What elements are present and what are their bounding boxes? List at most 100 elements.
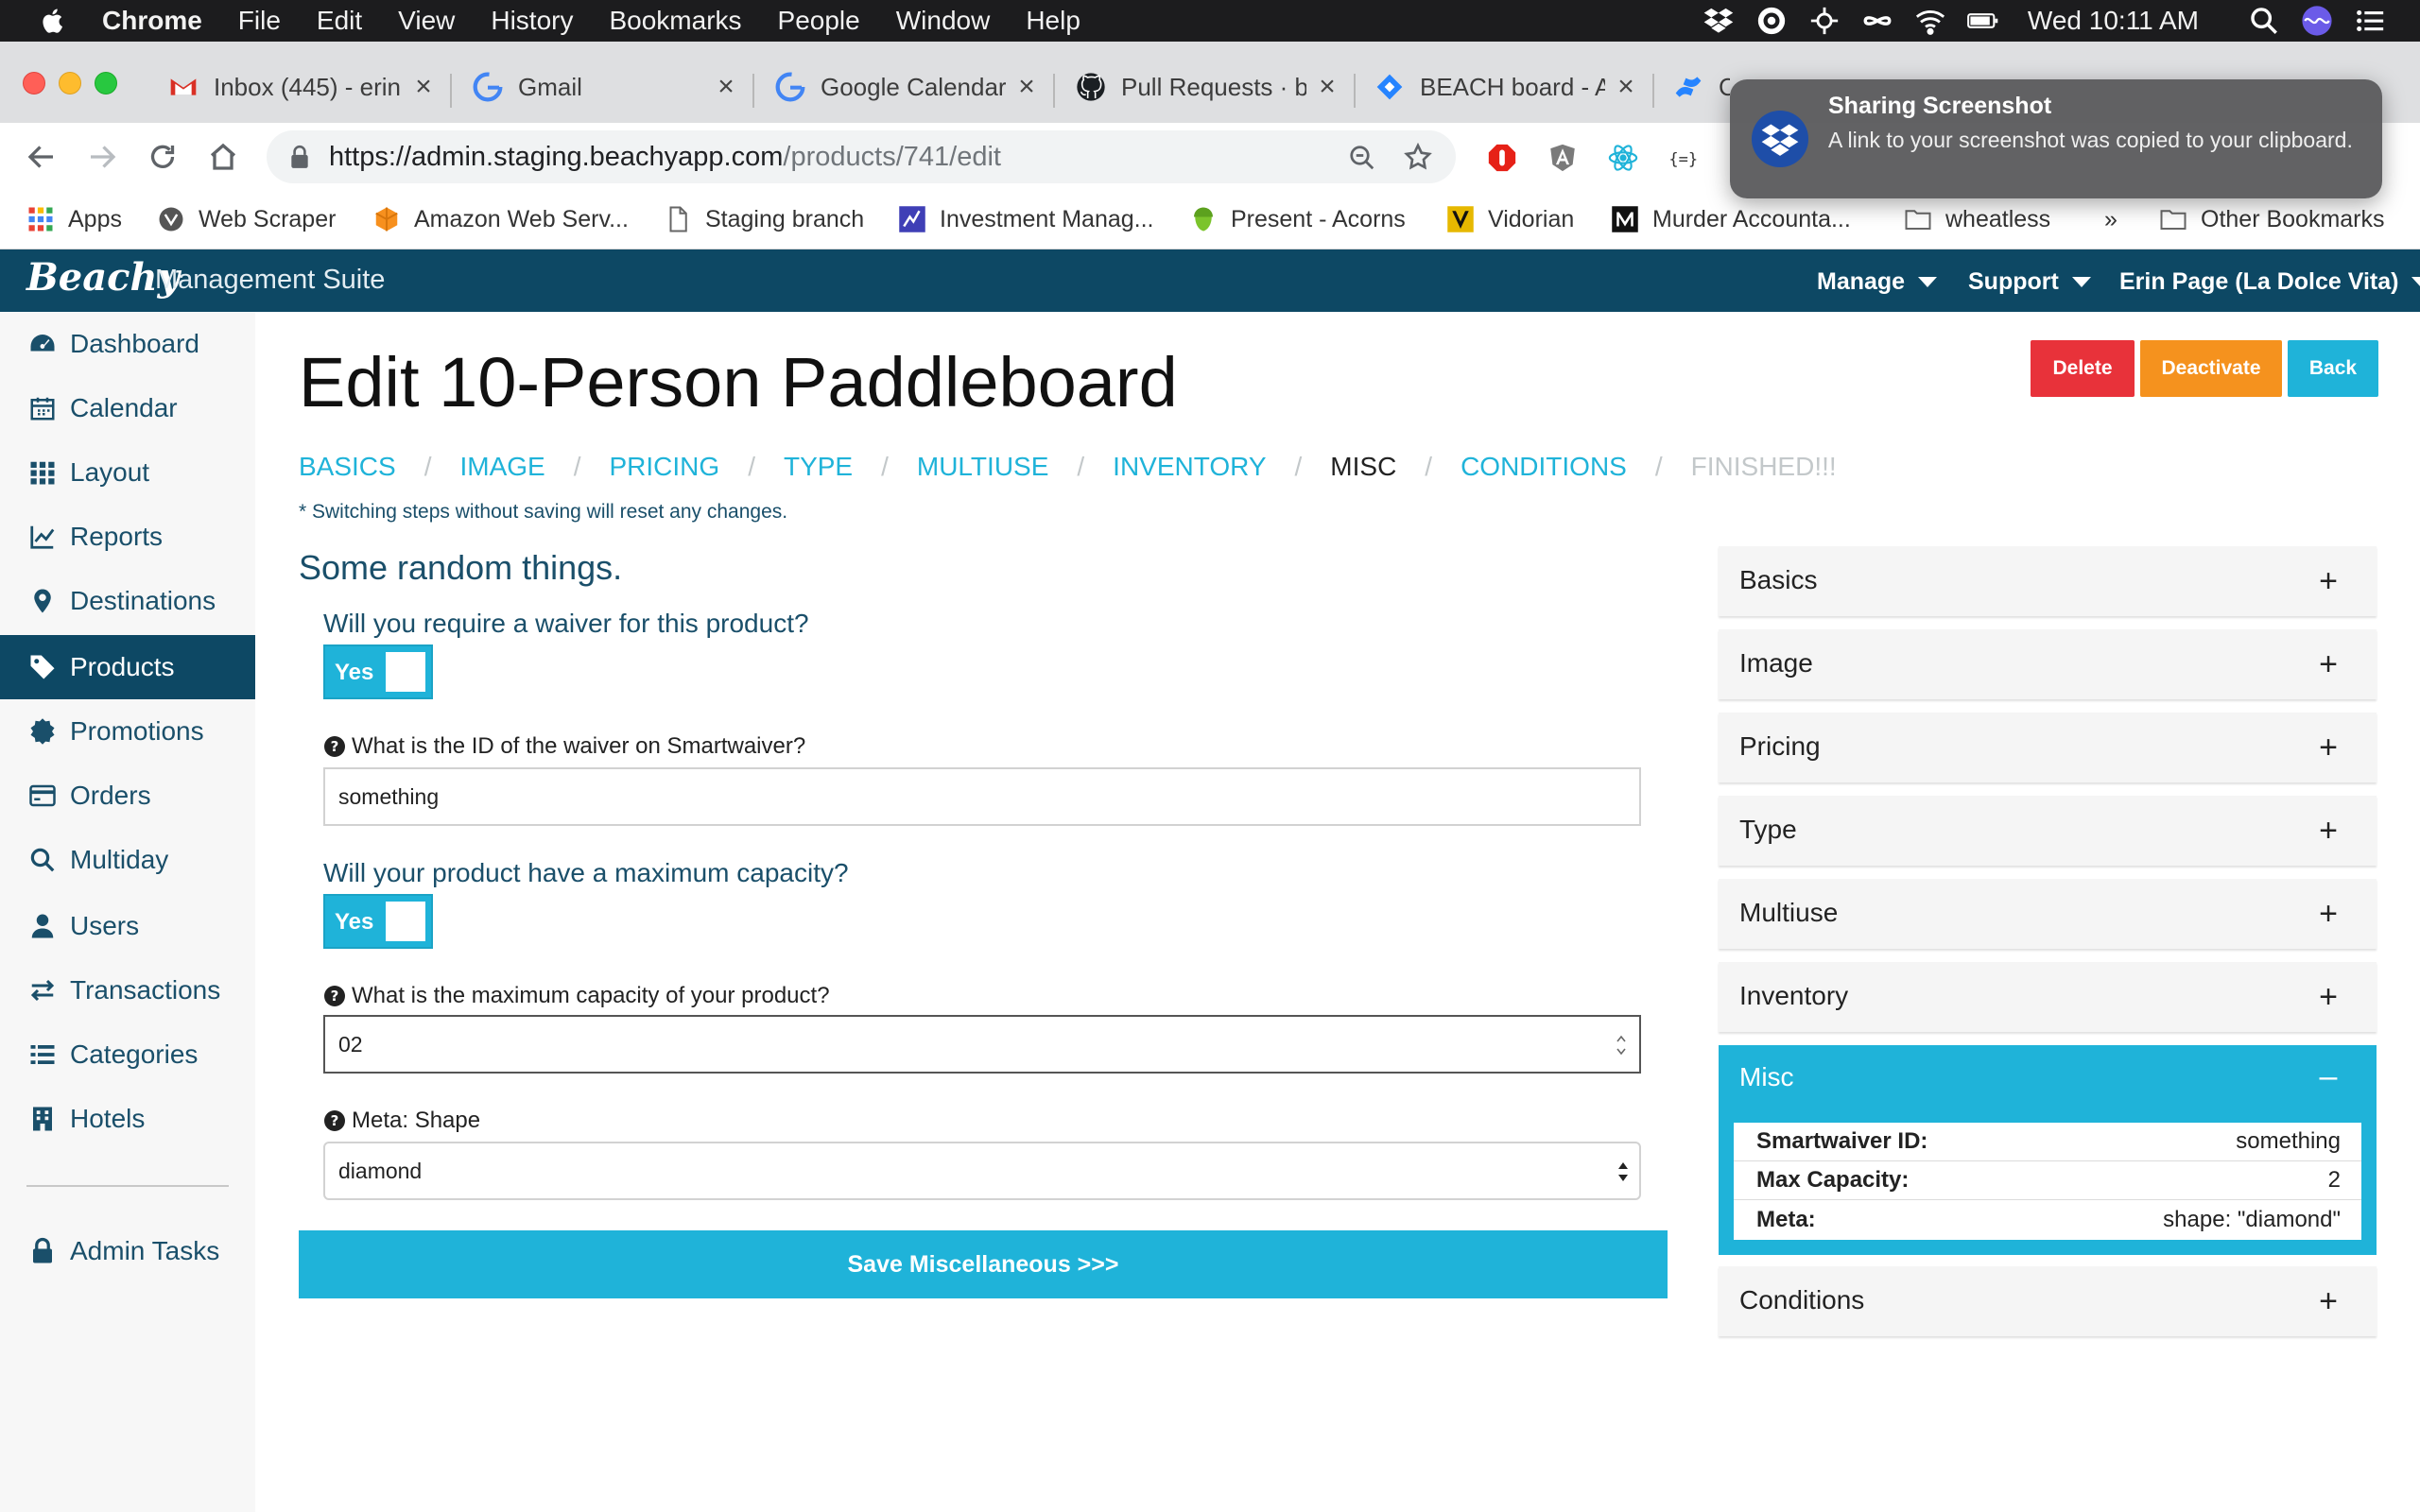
accordion-image[interactable]: Image +: [1719, 629, 2377, 699]
browser-tab[interactable]: Inbox (445) - erin ×: [168, 68, 435, 106]
bookmark-folder[interactable]: wheatless: [1904, 202, 2050, 236]
user-menu[interactable]: Erin Page (La Dolce Vita): [2119, 268, 2420, 296]
capacity-toggle[interactable]: Yes: [323, 894, 433, 949]
meta-shape-select[interactable]: diamond: [323, 1142, 1641, 1200]
window-close-button[interactable]: [23, 72, 45, 94]
question-circle-icon[interactable]: ?: [323, 735, 346, 758]
expand-plus-icon[interactable]: +: [2314, 896, 2342, 933]
bookmark-item[interactable]: Investment Manag...: [898, 202, 1154, 236]
browser-tab[interactable]: Gmail ×: [473, 68, 737, 106]
waiver-toggle[interactable]: Yes: [323, 644, 433, 699]
expand-plus-icon[interactable]: +: [2314, 730, 2342, 766]
save-misc-button[interactable]: Save Miscellaneous >>>: [299, 1230, 1668, 1298]
menu-edit[interactable]: Edit: [317, 6, 362, 36]
infinity-icon[interactable]: [1861, 5, 1893, 37]
delete-button[interactable]: Delete: [2031, 340, 2135, 397]
sidebar-item-categories[interactable]: Categories: [0, 1022, 255, 1087]
drone-icon[interactable]: [1808, 5, 1841, 37]
json-viewer-icon[interactable]: {=}: [1668, 142, 1700, 174]
sidebar-item-promotions[interactable]: Promotions: [0, 699, 255, 764]
menu-view[interactable]: View: [398, 6, 455, 36]
siri-icon[interactable]: [2301, 5, 2333, 37]
tab-close-button[interactable]: ×: [412, 71, 435, 103]
expand-plus-icon[interactable]: +: [2314, 1283, 2342, 1320]
accordion-multiuse[interactable]: Multiuse +: [1719, 879, 2377, 949]
expand-plus-icon[interactable]: +: [2314, 563, 2342, 600]
sidebar-item-products[interactable]: Products: [0, 635, 255, 699]
bookmark-folder[interactable]: Other Bookmarks: [2159, 202, 2385, 236]
browser-tab[interactable]: BEACH board - A ×: [1374, 68, 1637, 106]
bookmark-item[interactable]: Web Scraper: [157, 202, 336, 236]
menubar-clock[interactable]: Wed 10:11 AM: [2028, 6, 2199, 36]
bookmark-item[interactable]: Staging branch: [664, 202, 864, 236]
step-multiuse[interactable]: MULTIUSE: [917, 452, 1049, 482]
expand-plus-icon[interactable]: +: [2314, 979, 2342, 1016]
tab-close-button[interactable]: ×: [1015, 71, 1038, 103]
control-center-icon[interactable]: [2354, 5, 2386, 37]
number-spinner-icon[interactable]: [1615, 1031, 1628, 1059]
sidebar-item-dashboard[interactable]: Dashboard: [0, 312, 255, 376]
manage-menu[interactable]: Manage: [1817, 268, 1938, 296]
step-conditions[interactable]: CONDITIONS: [1461, 452, 1627, 482]
gauge-icon[interactable]: [1755, 5, 1788, 37]
sidebar-item-admin-tasks[interactable]: Admin Tasks: [0, 1219, 255, 1283]
tab-close-button[interactable]: ×: [715, 71, 737, 103]
step-type[interactable]: TYPE: [784, 452, 853, 482]
sidebar-item-transactions[interactable]: Transactions: [0, 958, 255, 1022]
browser-tab[interactable]: Pull Requests · b ×: [1076, 68, 1339, 106]
zoom-out-icon[interactable]: [1348, 144, 1376, 172]
accordion-conditions[interactable]: Conditions +: [1719, 1266, 2377, 1336]
question-circle-icon[interactable]: ?: [323, 1109, 346, 1132]
reload-icon[interactable]: [146, 140, 180, 174]
accordion-inventory[interactable]: Inventory +: [1719, 962, 2377, 1032]
sidebar-item-layout[interactable]: Layout: [0, 440, 255, 505]
url-text[interactable]: https://admin.staging.beachyapp.com/prod…: [329, 142, 1001, 173]
browser-tab[interactable]: C: [1673, 68, 1730, 106]
accordion-type[interactable]: Type +: [1719, 796, 2377, 866]
expand-plus-icon[interactable]: +: [2314, 813, 2342, 850]
bookmark-item[interactable]: Amazon Web Serv...: [372, 202, 629, 236]
sidebar-item-calendar[interactable]: Calendar: [0, 376, 255, 440]
capacity-number-input[interactable]: 02: [323, 1015, 1641, 1074]
tab-close-button[interactable]: ×: [1615, 71, 1637, 103]
forward-arrow-icon[interactable]: [85, 140, 119, 174]
bookmark-item[interactable]: Apps: [26, 202, 122, 236]
menu-bookmarks[interactable]: Bookmarks: [609, 6, 741, 36]
step-image[interactable]: IMAGE: [459, 452, 544, 482]
apple-icon[interactable]: [40, 7, 68, 35]
expand-plus-icon[interactable]: +: [2314, 646, 2342, 683]
home-icon[interactable]: [206, 140, 240, 174]
waiver-id-input[interactable]: something: [323, 767, 1641, 826]
question-circle-icon[interactable]: ?: [323, 985, 346, 1007]
sidebar-item-orders[interactable]: Orders: [0, 764, 255, 828]
address-bar[interactable]: https://admin.staging.beachyapp.com/prod…: [267, 130, 1456, 183]
menu-history[interactable]: History: [491, 6, 573, 36]
spotlight-search-icon[interactable]: [2248, 5, 2280, 37]
accordion-basics[interactable]: Basics +: [1719, 546, 2377, 616]
window-minimize-button[interactable]: [59, 72, 81, 94]
sidebar-item-multiday[interactable]: Multiday: [0, 828, 255, 892]
bookmark-item[interactable]: Present - Acorns: [1189, 202, 1406, 236]
collapse-minus-icon[interactable]: –: [2314, 1058, 2342, 1095]
notification-banner[interactable]: Sharing Screenshot A link to your screen…: [1730, 79, 2382, 198]
bookmarks-overflow-chevron[interactable]: »: [2104, 202, 2118, 236]
sidebar-item-users[interactable]: Users: [0, 894, 255, 958]
bookmark-item[interactable]: Murder Accounta...: [1611, 202, 1851, 236]
dropbox-icon[interactable]: [1703, 5, 1735, 37]
sidebar-item-destinations[interactable]: Destinations: [0, 569, 255, 633]
step-inventory[interactable]: INVENTORY: [1113, 452, 1266, 482]
menu-file[interactable]: File: [238, 6, 281, 36]
react-devtools-icon[interactable]: [1607, 142, 1639, 174]
sidebar-item-reports[interactable]: Reports: [0, 505, 255, 569]
menu-app-name[interactable]: Chrome: [102, 6, 202, 36]
back-arrow-icon[interactable]: [25, 140, 59, 174]
browser-tab[interactable]: Google Calendar ×: [775, 68, 1038, 106]
window-zoom-button[interactable]: [95, 72, 117, 94]
bookmark-star-icon[interactable]: [1403, 142, 1433, 172]
wifi-icon[interactable]: [1914, 5, 1946, 37]
battery-icon[interactable]: [1967, 5, 1999, 37]
adblock-icon[interactable]: [1486, 142, 1518, 174]
accordion-misc-open[interactable]: Misc – Smartwaiver ID: something Max Cap…: [1719, 1045, 2377, 1255]
lock-icon[interactable]: [289, 145, 310, 169]
step-basics[interactable]: BASICS: [299, 452, 396, 482]
